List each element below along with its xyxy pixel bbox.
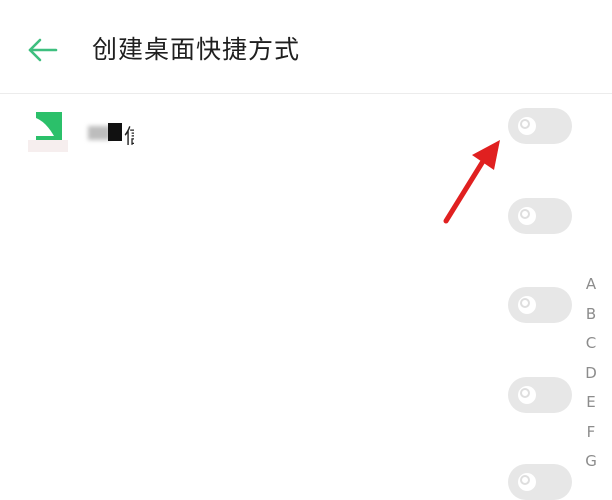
shortcut-toggle[interactable] <box>508 287 572 323</box>
redaction-block <box>108 123 122 141</box>
toggle-knob <box>518 296 536 314</box>
app-name: 信 <box>88 120 168 148</box>
shortcut-toggle[interactable] <box>508 198 572 234</box>
index-letter-e[interactable]: E <box>578 388 604 418</box>
toggle-knob <box>518 117 536 135</box>
toggle-knob <box>518 473 536 491</box>
arrow-left-icon <box>28 38 58 62</box>
index-letter-f[interactable]: F <box>578 418 604 448</box>
index-letter-g[interactable]: G <box>578 447 604 477</box>
shortcut-toggle[interactable] <box>508 464 572 500</box>
shortcut-toggle[interactable] <box>508 108 572 144</box>
shortcut-toggle[interactable] <box>508 377 572 413</box>
index-letter-b[interactable]: B <box>578 300 604 330</box>
toggle-knob <box>518 386 536 404</box>
page-title: 创建桌面快捷方式 <box>92 35 301 64</box>
app-row: 信 <box>0 112 500 172</box>
app-logo-icon <box>28 112 68 152</box>
toggle-knob <box>518 207 536 225</box>
index-letter-d[interactable]: D <box>578 359 604 389</box>
back-button[interactable] <box>24 34 64 66</box>
header: 创建桌面快捷方式 <box>0 0 612 94</box>
app-name-text: 信 <box>124 124 144 148</box>
redaction-mark <box>88 126 110 140</box>
alphabet-index-bar: A B C D E F G <box>578 270 604 477</box>
index-letter-a[interactable]: A <box>578 270 604 300</box>
index-letter-c[interactable]: C <box>578 329 604 359</box>
